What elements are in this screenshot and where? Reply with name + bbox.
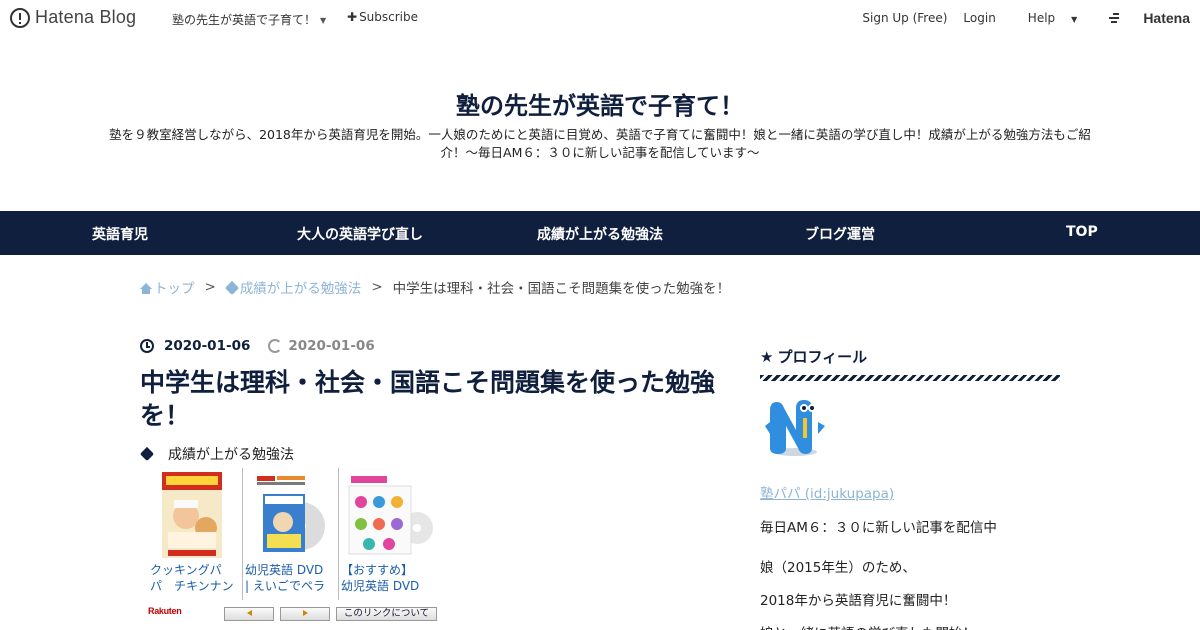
product-image-cooking-papa: [162, 472, 222, 558]
tag-icon: [224, 280, 239, 296]
sidebar-divider: [760, 375, 1060, 381]
login-link[interactable]: Login: [963, 11, 995, 25]
breadcrumb-current: 中学生は理科・社会・国語こそ問題集を使った勉強を！: [392, 281, 731, 297]
profile-text: 娘（2015年生）のため、: [760, 560, 916, 576]
updated-date: 2020-01-06: [288, 338, 375, 354]
nav-item-english-parenting[interactable]: 英語育児: [92, 224, 148, 244]
hatena-logo-icon: [10, 7, 30, 28]
arrow-right-icon: [302, 610, 308, 616]
caret-down-icon: ▼: [320, 16, 327, 25]
subscribe-button[interactable]: ✚ Subscribe: [347, 10, 418, 24]
hatena-label: Hatena: [1143, 10, 1190, 26]
hatena-topbar: Hatena Blog 塾の先生が英語で子育て！ ▼ ✚ Subscribe Sig…: [0, 0, 1200, 36]
tag-icon: [139, 446, 155, 462]
help-label: Help: [1027, 11, 1056, 25]
refresh-icon: [268, 339, 283, 353]
published-date[interactable]: 2020-01-06: [164, 338, 250, 354]
hatena-link[interactable]: Hatena: [1093, 10, 1190, 26]
avatar[interactable]: [762, 396, 828, 458]
arrow-left-icon: [246, 610, 252, 616]
about-link-button[interactable]: このリンクについて: [336, 607, 437, 621]
breadcrumb: トップ > 成績が上がる勉強法 > 中学生は理科・社会・国語こそ問題集を使った勉…: [140, 277, 730, 297]
product-card[interactable]: 【おすすめ】 幼児英語 DVD: [338, 468, 434, 600]
product-card[interactable]: クッキングパパ チキンナン: [148, 468, 244, 600]
breadcrumb-separator: >: [204, 279, 216, 295]
breadcrumb-home[interactable]: トップ: [140, 277, 195, 297]
article-title[interactable]: 中学生は理科・社会・国語こそ問題集を使った勉強を！: [140, 366, 730, 432]
sidebar-profile-heading: ★ プロフィール: [760, 346, 867, 367]
breadcrumb-home-label: トップ: [154, 281, 195, 297]
breadcrumb-separator: >: [371, 279, 383, 295]
profile-text: 2018年から英語育児に奮闘中！: [760, 593, 957, 609]
blog-description: 塾を９教室経営しながら、2018年から英語育児を開始。一人娘のためにと英語に目覚…: [109, 127, 1091, 160]
product-image-english-dvd: [257, 476, 325, 552]
article-dates: 2020-01-06 2020-01-06: [140, 338, 375, 354]
prev-button[interactable]: [224, 607, 274, 621]
product-title[interactable]: クッキングパパ チキンナン: [150, 562, 242, 594]
product-title-line2: パ チキンナン: [150, 579, 234, 593]
product-card[interactable]: 幼児英語 DVD | えいごでペラ: [242, 468, 338, 600]
star-icon: ★: [760, 347, 774, 366]
product-title[interactable]: 幼児英語 DVD | えいごでペラ: [245, 562, 337, 594]
product-title-line2: | えいごでペラ: [245, 579, 325, 593]
blog-switcher-label: 塾の先生が英語で子育て！: [172, 13, 317, 27]
nav-item-top[interactable]: TOP: [1066, 224, 1098, 240]
product-title-line1: 【おすすめ】: [341, 563, 414, 577]
nav-item-adult-english[interactable]: 大人の英語学び直し: [297, 224, 423, 244]
profile-text: 毎日AM６：３０に新しい記事を配信中: [760, 520, 997, 536]
blog-title[interactable]: 塾の先生が英語で子育て！: [0, 86, 1200, 121]
product-title-line1: クッキングパ: [150, 563, 222, 577]
plus-icon: ✚: [347, 10, 358, 24]
rakuten-widget: クッキングパパ チキンナン 幼児英語 DVD | えいごでペラ 【おすすめ】 幼…: [148, 468, 438, 630]
nav-item-blog-management[interactable]: ブログ運営: [805, 224, 875, 244]
caret-down-icon: ▼: [1071, 15, 1078, 24]
hatena-blog-logo[interactable]: Hatena Blog: [10, 7, 136, 28]
breadcrumb-category-label: 成績が上がる勉強法: [239, 281, 362, 297]
subscribe-label: Subscribe: [359, 10, 419, 24]
next-button[interactable]: [280, 607, 330, 621]
article-category: 成績が上がる勉強法: [139, 444, 294, 464]
rakuten-logo[interactable]: Rakuten: [148, 606, 182, 616]
product-image-toddler-dvd: [348, 476, 433, 555]
breadcrumb-category[interactable]: 成績が上がる勉強法: [224, 277, 362, 297]
article-category-link[interactable]: 成績が上がる勉強法: [168, 444, 294, 464]
signup-link[interactable]: Sign Up (Free): [862, 11, 947, 25]
account-links: Sign Up (Free) Login Help ▼ Hatena: [846, 10, 1190, 26]
home-icon: [140, 283, 152, 294]
product-title-line1: 幼児英語 DVD: [245, 563, 324, 577]
profile-name-link[interactable]: 塾パパ (id:jukupapa): [760, 482, 894, 502]
product-title-line2: 幼児英語 DVD: [341, 579, 420, 593]
nav-item-study-method[interactable]: 成績が上がる勉強法: [537, 224, 663, 244]
blog-switcher[interactable]: 塾の先生が英語で子育て！ ▼: [172, 11, 326, 28]
clock-icon: [140, 339, 154, 353]
product-title[interactable]: 【おすすめ】 幼児英語 DVD: [341, 562, 433, 594]
profile-text: 娘と一緒に英語の学び直しも開始！: [760, 622, 976, 630]
hatena-bars-icon: [1109, 13, 1123, 23]
help-menu[interactable]: Help ▼: [1012, 11, 1078, 25]
brand-text: Hatena Blog: [35, 7, 137, 27]
sidebar-heading-label: プロフィール: [777, 348, 868, 366]
global-nav: 英語育児 大人の英語学び直し 成績が上がる勉強法 ブログ運営 TOP: [0, 211, 1200, 255]
